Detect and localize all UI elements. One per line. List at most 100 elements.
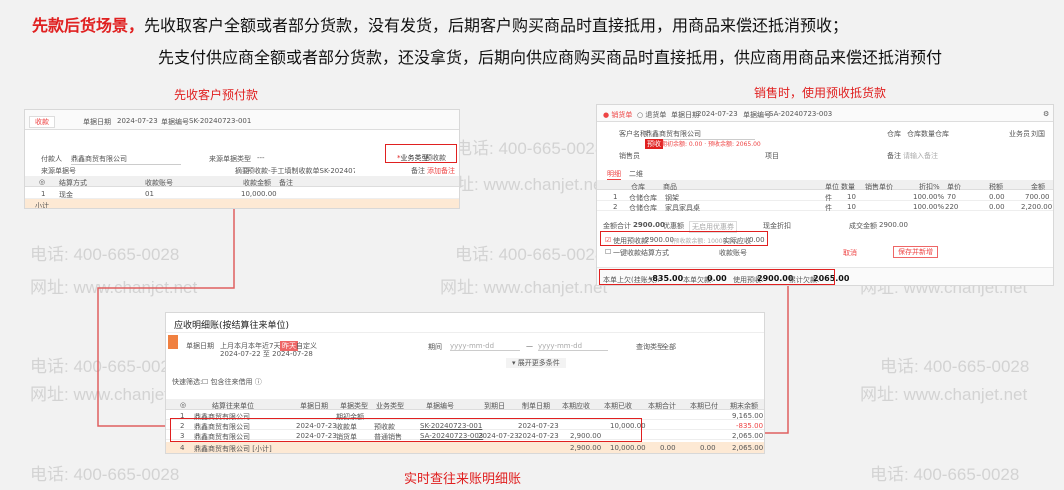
- ledger-col-no: ◎: [180, 401, 187, 409]
- chevron-down-icon: ▾: [512, 359, 516, 367]
- row-no: 1: [41, 190, 46, 198]
- date-start-input[interactable]: yyyy-mm-dd: [450, 342, 520, 351]
- project-label: 项目: [765, 152, 779, 160]
- quick-filter-label: 快速筛选:: [172, 378, 203, 386]
- total-label: 小计: [35, 202, 49, 209]
- ledger-row-balance: 2,065.00: [732, 432, 764, 440]
- sales-row-amount: 700.00: [1025, 193, 1050, 201]
- receipt-total-row: [25, 199, 459, 208]
- sales-row-amount: 2,200.00: [1021, 203, 1053, 211]
- sales-window: ● 销货单 ○ 退货单 单据日期 2024-07-23 单据编号 SA-2024…: [596, 104, 1054, 286]
- col-no: ◎: [39, 178, 46, 186]
- customer-label: 客户名称: [619, 130, 647, 138]
- query-type-label: 查询类型: [636, 343, 664, 351]
- sales-row-product: 家具家具桌: [665, 204, 700, 212]
- col-account: 收款账号: [145, 179, 173, 187]
- ledger-total-receivable: 2,900.00: [570, 444, 602, 452]
- warehouse-label: 仓库: [887, 130, 901, 138]
- warehouse-field[interactable]: 仓库数量仓库: [907, 129, 949, 139]
- sales-row-price: 220: [945, 203, 959, 211]
- payer-field[interactable]: 鼎鑫商贸有限公司: [71, 154, 181, 165]
- add-note-link[interactable]: 添加备注: [427, 166, 455, 176]
- salesman-field[interactable]: 刘国: [1031, 129, 1045, 139]
- cancel-button[interactable]: 取消: [843, 248, 857, 258]
- sales-no-label: 单据编号: [743, 111, 771, 119]
- row-account: 01: [145, 190, 154, 198]
- ledger-total-unit: 鼎鑫商贸有限公司 [小计]: [194, 445, 272, 453]
- receipt-date[interactable]: 2024-07-23: [117, 117, 158, 125]
- use-prepay-highlight: [600, 231, 768, 246]
- sales-remark-input[interactable]: 请输入备注: [903, 151, 938, 161]
- salesman-label: 业务员: [1009, 130, 1030, 138]
- subtab-detail[interactable]: 明细: [607, 169, 621, 180]
- receipt-window: 收款 单据日期 2024-07-23 单据编号 SK-20240723-001 …: [24, 109, 460, 209]
- summary-field[interactable]: 预收款-手工填制收款单SK-20240723-001的款项: [247, 166, 355, 176]
- ledger-total-paid: 0.00: [700, 444, 716, 452]
- ledger-rows-highlight: [170, 418, 642, 442]
- receipt-date-label: 单据日期: [83, 118, 111, 126]
- final-amount: 2900.00: [879, 221, 908, 229]
- ledger-window: 应收明细账(按结算往来单位) 单据日期 上月 本月 本年 近7天 昨天 自定义 …: [165, 312, 765, 454]
- date-end-input[interactable]: yyyy-mm-dd: [538, 342, 608, 351]
- settings-icon[interactable]: ⚙: [1043, 110, 1049, 118]
- sales-date-label: 单据日期: [671, 111, 699, 119]
- ledger-title: 应收明细账(按结算往来单位): [174, 321, 290, 331]
- sales-row-unit: 件: [825, 204, 832, 212]
- amount-total: 2900.00: [633, 221, 665, 229]
- col-settle: 结算方式: [59, 179, 87, 187]
- ledger-total-sum: 0.00: [660, 444, 676, 452]
- period-label: 期间: [428, 343, 442, 351]
- receipt-no-label: 单据编号: [161, 118, 189, 126]
- remark-label: 备注: [411, 167, 425, 175]
- include-checkbox[interactable]: ☐ 包含往来借用 ⓘ: [202, 377, 262, 387]
- sales-row-no: 2: [613, 203, 618, 211]
- final-amount-label: 成交金额: [849, 222, 877, 230]
- src-type-field[interactable]: ---: [257, 154, 265, 162]
- biz-type-highlight: [385, 144, 457, 163]
- sales-remark-label: 备注: [887, 152, 901, 160]
- payer-label: 付款人: [41, 155, 62, 163]
- date-dash: —: [526, 342, 533, 350]
- sales-row-qty: 10: [847, 193, 856, 201]
- cash-discount-label: 现金折扣: [763, 222, 791, 230]
- amount-total-label: 金额合计: [603, 222, 631, 230]
- query-type-select[interactable]: 全部: [662, 342, 676, 352]
- sales-date[interactable]: 2024-07-23: [697, 110, 738, 118]
- tab-receipt[interactable]: 收款: [29, 116, 55, 128]
- receipt-table-header: [25, 176, 459, 187]
- sales-row-no: 1: [613, 193, 618, 201]
- sales-row-discount: 100.00%: [913, 203, 945, 211]
- src-no-label: 来源单据号: [41, 167, 76, 175]
- settle-type-label: 结算方式: [641, 249, 669, 257]
- sales-row-discount: 100.00%: [913, 193, 945, 201]
- col-remark: 备注: [279, 179, 293, 187]
- sales-no[interactable]: SA-20240723-003: [769, 110, 832, 118]
- src-type-label: 来源单据类型: [209, 155, 251, 163]
- ledger-total-no: 4: [180, 444, 185, 452]
- expand-more[interactable]: ▾ 展开更多条件: [506, 358, 566, 368]
- row-amount: 10,000.00: [241, 190, 277, 198]
- ledger-total-balance: 2,065.00: [732, 444, 764, 452]
- tab-sales[interactable]: ● 销货单: [603, 110, 632, 120]
- sales-row-warehouse: 仓储仓库: [629, 204, 657, 212]
- ledger-total-received: 10,000.00: [610, 444, 646, 452]
- subtab-2d[interactable]: 二维: [629, 169, 643, 179]
- collapse-handle[interactable]: [168, 335, 178, 349]
- ledger-date-label: 单据日期: [186, 342, 214, 350]
- sales-row-tax: 0.00: [989, 193, 1005, 201]
- sales-staff-label: 销售员: [619, 152, 640, 160]
- footer-highlight: [599, 269, 835, 285]
- ledger-row-balance: -835.00: [736, 422, 764, 430]
- ledger-row-balance: 9,165.00: [732, 412, 764, 420]
- tab-return[interactable]: ○ 退货单: [637, 110, 666, 120]
- credit-text: 期初余额: 0.00 · 预收余额: 2065.00: [661, 141, 761, 148]
- receipt-no[interactable]: SK-20240723-001: [189, 117, 251, 125]
- sales-row-tax: 0.00: [989, 203, 1005, 211]
- sales-row-qty: 10: [847, 203, 856, 211]
- settle-checkbox[interactable]: ☐: [605, 248, 611, 256]
- sales-row-price: 70: [947, 193, 956, 201]
- save-new-button[interactable]: 保存并新增: [893, 246, 938, 258]
- col-amount: 收款金额: [243, 179, 271, 187]
- discount-label: 优惠额: [663, 222, 684, 230]
- date-range: 2024-07-22 至 2024-07-28: [220, 350, 313, 358]
